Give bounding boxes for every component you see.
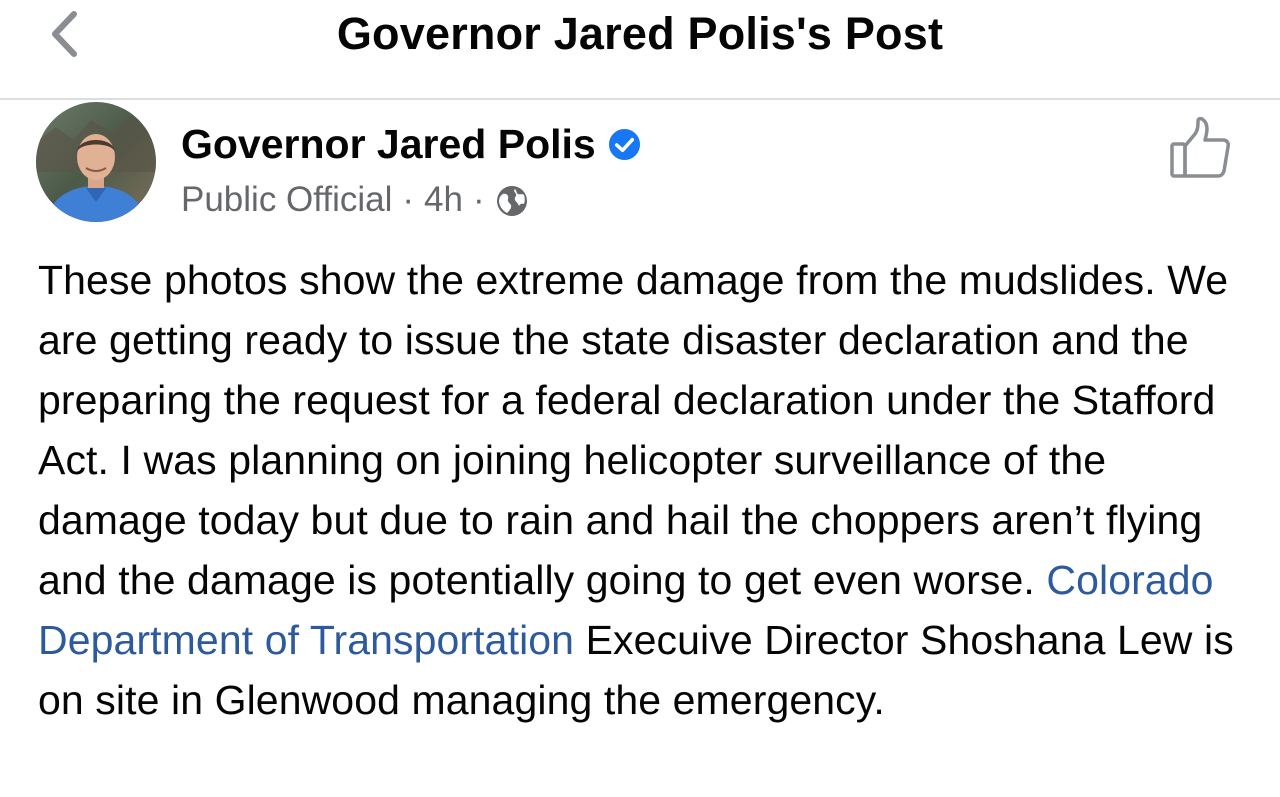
top-navigation-bar: Governor Jared Polis's Post	[0, 0, 1280, 100]
post-header: Governor Jared Polis Public Official · 4…	[0, 100, 1280, 230]
author-name[interactable]: Governor Jared Polis	[181, 120, 641, 168]
author-category: Public Official	[181, 180, 393, 219]
author-name-text: Governor Jared Polis	[181, 121, 596, 167]
like-button[interactable]	[1165, 116, 1235, 182]
post-text: These photos show the extreme damage fro…	[38, 250, 1253, 730]
avatar[interactable]	[36, 102, 156, 222]
globe-icon	[496, 186, 527, 216]
profile-photo	[36, 102, 156, 222]
meta-separator: ·	[472, 180, 485, 219]
post-meta: Public Official · 4h ·	[181, 178, 529, 222]
page-title: Governor Jared Polis's Post	[336, 8, 944, 59]
post-text-part-1: These photos show the extreme damage fro…	[38, 257, 1229, 603]
meta-separator: ·	[402, 180, 415, 219]
verified-badge-icon	[608, 128, 640, 160]
thumbs-up-icon	[1170, 116, 1230, 178]
post-timestamp[interactable]: 4h	[424, 178, 463, 222]
